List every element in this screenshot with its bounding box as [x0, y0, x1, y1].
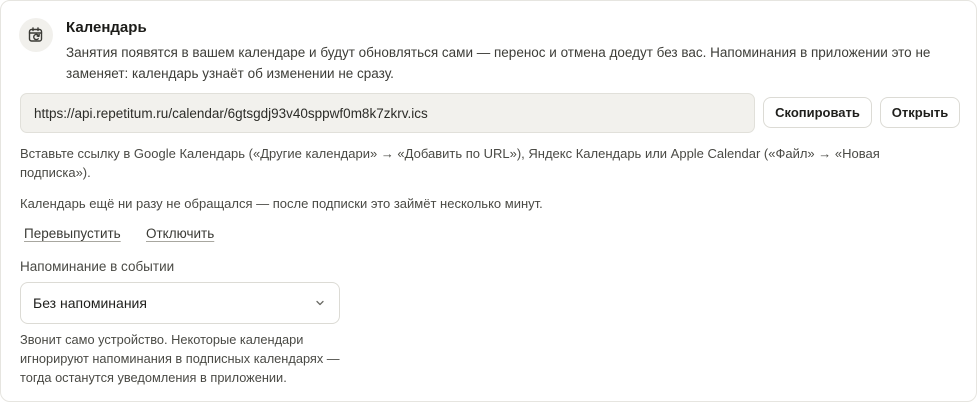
reissue-link[interactable]: Перевыпустить — [24, 226, 121, 241]
calendar-url-field[interactable]: https://api.repetitum.ru/calendar/6gtsgd… — [20, 93, 755, 133]
disable-link[interactable]: Отключить — [146, 226, 214, 241]
reminder-selected-value: Без напоминания — [33, 295, 147, 311]
open-button[interactable]: Открыть — [880, 97, 960, 128]
section-title: Календарь — [66, 19, 147, 36]
reminder-label: Напоминание в событии — [20, 259, 175, 274]
reminder-select[interactable]: Без напоминания — [20, 282, 340, 324]
sync-status: Календарь ещё ни разу не обращался — пос… — [20, 196, 543, 211]
calendar-sync-icon — [19, 18, 53, 52]
copy-button[interactable]: Скопировать — [763, 97, 872, 128]
reminder-note: Звонит само устройство. Некоторые календ… — [20, 332, 340, 385]
calendar-card: Календарь Занятия появятся в вашем кален… — [0, 0, 977, 402]
section-description: Занятия появятся в вашем календаре и буд… — [66, 45, 931, 81]
chevron-down-icon — [316, 300, 324, 306]
subscription-hint: Вставьте ссылку в Google Календарь («Дру… — [20, 146, 880, 180]
